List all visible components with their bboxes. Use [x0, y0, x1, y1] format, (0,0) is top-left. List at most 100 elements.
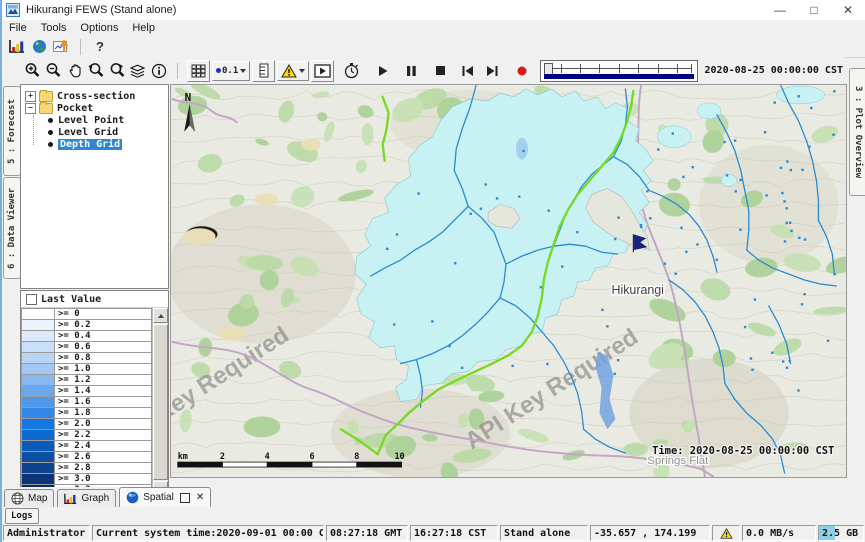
- panel-tab-forecast[interactable]: 5 : Forecast: [3, 86, 21, 176]
- legend-row: >= 1.4: [21, 386, 152, 397]
- tab-close-icon[interactable]: ✕: [196, 492, 204, 503]
- legend-row: >= 1.8: [21, 408, 152, 419]
- status-memory-gauge: 2.5 GB: [818, 525, 864, 541]
- legend-swatch: [21, 364, 55, 375]
- legend-row: >= 2.4: [21, 441, 152, 452]
- legend-row: >= 2.8: [21, 463, 152, 474]
- warning-dropdown[interactable]: [277, 61, 309, 81]
- close-button[interactable]: ✕: [831, 1, 865, 20]
- collapse-icon[interactable]: −: [25, 103, 36, 114]
- tree-item-pocket[interactable]: − Pocket: [21, 102, 168, 114]
- layer-tree: + Cross-section − Pocket Level Point Lev…: [20, 84, 169, 289]
- toolbar-separator: [177, 63, 178, 79]
- legend-row: >= 2.2: [21, 430, 152, 441]
- zoom-previous-icon[interactable]: [85, 61, 106, 81]
- last-value-checkbox[interactable]: [26, 294, 37, 305]
- node-bullet-icon: [48, 130, 53, 135]
- toolbar-separator: [80, 39, 81, 55]
- stop-button[interactable]: [430, 61, 451, 81]
- status-throughput: 0.0 MB/s: [742, 525, 816, 541]
- zoom-out-icon[interactable]: [43, 61, 64, 81]
- menu-file[interactable]: File: [2, 21, 34, 35]
- legend-row: >= 0: [21, 308, 152, 320]
- tree-item-cross-section[interactable]: + Cross-section: [21, 90, 168, 102]
- legend-scrollbar[interactable]: [152, 308, 168, 496]
- map-toolbar: 0.1: [2, 57, 845, 84]
- warning-icon: [281, 64, 297, 78]
- panel-tab-plot-overview-label: 3 : Plot Overview: [853, 86, 863, 178]
- tree-item-label: Level Grid: [58, 127, 118, 138]
- globe-wire-icon: [11, 492, 24, 505]
- map-canvas[interactable]: API Key Required API Key Required: [171, 85, 846, 477]
- tab-spatial-label: Spatial: [143, 492, 174, 503]
- current-time-label: 2020-08-25 00:00:00 CST: [705, 65, 843, 76]
- tab-graph[interactable]: Graph: [57, 489, 116, 507]
- pan-hand-icon[interactable]: [64, 61, 85, 81]
- tree-guide-line: [33, 115, 35, 145]
- scroll-up-icon[interactable]: [153, 308, 168, 323]
- tab-map[interactable]: Map: [4, 489, 54, 507]
- tab-restore-icon[interactable]: [180, 493, 190, 503]
- status-gmt-time: 08:27:18 GMT: [326, 525, 408, 541]
- svg-text:8: 8: [354, 451, 359, 461]
- animation-player-icon[interactable]: [311, 60, 334, 82]
- legend-row: >= 0.8: [21, 353, 152, 364]
- legend-row: >= 2.0: [21, 419, 152, 430]
- time-slider[interactable]: [540, 60, 697, 82]
- legend-swatch: [21, 408, 55, 419]
- info-icon[interactable]: [148, 61, 169, 81]
- status-bar: Administrator Current system time:2020-0…: [2, 524, 865, 542]
- time-span-bar: [544, 74, 693, 79]
- legend-header: Last Value: [21, 291, 168, 308]
- minimize-button[interactable]: —: [763, 1, 797, 20]
- legend-rows: >= 0 >= 0.2 >= 0.4 >= 0.6 >= 0.8 >= 1.0 …: [21, 308, 152, 496]
- stopwatch-icon[interactable]: [341, 61, 362, 81]
- legend-swatch: [21, 320, 55, 331]
- panel-tab-plot-overview[interactable]: 3 : Plot Overview: [849, 68, 865, 196]
- legend-swatch: [21, 463, 55, 474]
- panel-tab-data-viewer[interactable]: 6 : Data Viewer: [3, 177, 21, 279]
- legend-swatch: [21, 419, 55, 430]
- tree-item-level-grid[interactable]: Level Grid: [21, 126, 168, 138]
- logs-button[interactable]: Logs: [5, 508, 39, 524]
- warning-icon: [720, 528, 733, 539]
- map-display-icon[interactable]: [28, 38, 50, 56]
- zoom-next-icon[interactable]: [106, 61, 127, 81]
- tree-item-label: Level Point: [58, 115, 124, 126]
- skip-to-start-button[interactable]: [457, 61, 478, 81]
- threshold-value: 0.1: [222, 66, 238, 76]
- longitudinal-profile-icon[interactable]: [252, 60, 275, 82]
- title-bar: Hikurangi FEWS (Stand alone) — □ ✕: [2, 0, 865, 21]
- menu-help[interactable]: Help: [125, 21, 162, 35]
- legend-swatch: [21, 441, 55, 452]
- play-button[interactable]: [372, 61, 393, 81]
- tree-item-depth-grid[interactable]: Depth Grid: [21, 138, 168, 150]
- legend-panel: Last Value >= 0 >= 0.2 >= 0.4 >= 0.6 >= …: [20, 290, 169, 487]
- record-button[interactable]: [511, 61, 532, 81]
- fews-window: Hikurangi FEWS (Stand alone) — □ ✕ File …: [0, 0, 865, 542]
- skip-to-end-button[interactable]: [482, 61, 503, 81]
- zoom-in-icon[interactable]: [22, 61, 43, 81]
- explorer-icon[interactable]: [6, 38, 28, 56]
- tab-spatial[interactable]: Spatial ✕: [119, 487, 211, 507]
- help-button[interactable]: ?: [89, 38, 111, 56]
- tree-item-level-point[interactable]: Level Point: [21, 114, 168, 126]
- svg-text:10: 10: [394, 451, 404, 461]
- legend-swatch: [21, 452, 55, 463]
- legend-row: >= 0.2: [21, 320, 152, 331]
- pause-button[interactable]: [401, 61, 422, 81]
- maximize-button[interactable]: □: [797, 1, 831, 20]
- menu-tools[interactable]: Tools: [34, 21, 74, 35]
- layers-icon[interactable]: [127, 61, 148, 81]
- graph-icon: [64, 493, 77, 505]
- scrollbar-thumb[interactable]: [153, 324, 168, 480]
- contour-threshold-dropdown[interactable]: 0.1: [212, 61, 250, 81]
- status-warning-cell[interactable]: [712, 525, 740, 541]
- expand-icon[interactable]: +: [25, 91, 36, 102]
- last-value-label: Last Value: [41, 294, 101, 305]
- menu-options[interactable]: Options: [73, 21, 125, 35]
- profile-display-icon[interactable]: [50, 38, 72, 56]
- legend-row: >= 2.6: [21, 452, 152, 463]
- grid-display-icon[interactable]: [187, 60, 210, 82]
- spatial-sphere-icon: [126, 491, 139, 504]
